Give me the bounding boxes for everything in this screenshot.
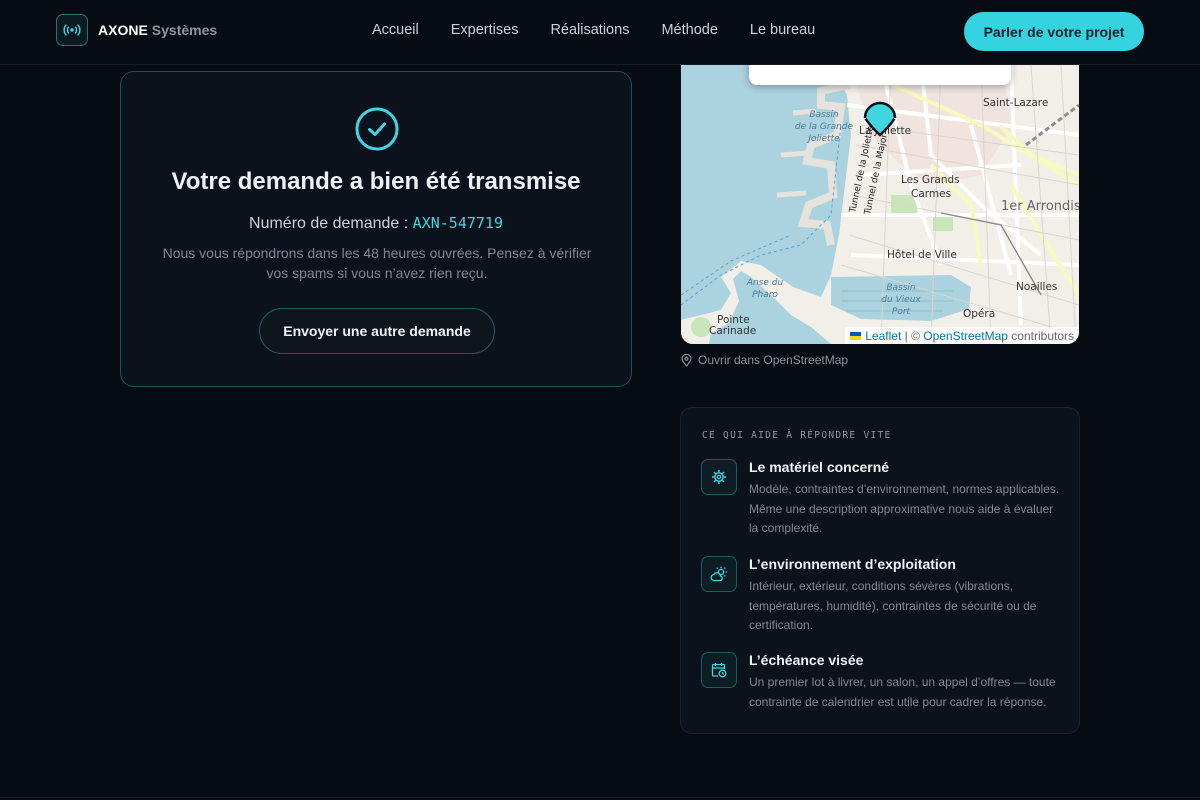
open-in-osm-link[interactable]: Ouvrir dans OpenStreetMap [681,353,848,367]
broadcast-icon [56,14,88,46]
confirmation-note: Nous vous répondrons dans les 48 heures … [162,245,592,281]
map-label-carinade: Carinade [709,325,756,337]
map-label-bassin-vieux-port-1: Bassin [886,283,916,293]
confirmation-title: Votre demande a bien été transmise [171,168,581,195]
map-label-bassin-joliette-2: de la Grande [795,122,854,132]
map-label-opera: Opéra [963,308,995,320]
tips-card: CE QUI AIDE À RÉPONDRE VITE Le matériel … [680,407,1080,734]
map-attribution: Leaflet | © OpenStreetMap contributors [845,327,1079,344]
nav-item-accueil[interactable]: Accueil [372,22,419,38]
nav-item-expertises[interactable]: Expertises [451,22,519,38]
main-nav: Accueil Expertises Réalisations Méthode … [372,22,847,38]
map-tiles: Saint-Lazare La Joliette Les Grands Carm… [681,65,1079,344]
map-label-bassin-vieux-port-2: du Vieux [881,295,921,305]
map-label-saint-lazare: Saint-Lazare [983,97,1048,109]
tip-title: L’environnement d’exploitation [749,556,956,572]
attribution-separator: | © [901,328,924,343]
tip-description: Modèle, contraintes d’environnement, nor… [749,482,1060,535]
new-request-button[interactable]: Envoyer une autre demande [259,308,495,354]
attribution-suffix: contributors [1007,328,1074,343]
request-number: Numéro de demande : AXN-547719 [121,214,631,233]
map-label-hotel-de-ville: Hôtel de Ville [887,249,957,261]
map-pin-icon [681,353,692,367]
brand-suffix: Systèmes [151,22,218,38]
request-number-label: Numéro de demande : [249,215,409,232]
map-label-bassin-joliette-1: Bassin [809,110,839,120]
request-id: AXN-547719 [412,214,503,232]
confirmation-card: Votre demande a bien été transmise Numér… [120,71,632,387]
check-circle-icon [355,107,399,151]
map-label-anse-pharo-1: Anse du [746,278,784,288]
footer-divider [0,797,1200,798]
map-label-grands-carmes-1: Les Grands [901,174,960,186]
brand-logo-link[interactable]: AXONE Systèmes [56,14,217,46]
map-popup [749,65,1011,85]
open-in-osm-label: Ouvrir dans OpenStreetMap [698,353,849,367]
map-label-bassin-joliette-3: Joliette [806,134,840,144]
tip-title: Le matériel concerné [749,459,890,475]
contact-cta-button[interactable]: Parler de votre projet [964,12,1144,51]
openstreetmap-link[interactable]: OpenStreetMap [923,329,1008,343]
site-header: AXONE Systèmes Accueil Expertises Réalis… [0,0,1200,65]
ukraine-flag-icon [850,331,862,340]
nav-item-methode[interactable]: Méthode [661,22,717,38]
calendar-clock-icon [701,652,737,688]
tips-heading: CE QUI AIDE À RÉPONDRE VITE [702,430,892,441]
sun-cloud-icon [701,556,737,592]
office-map[interactable]: Saint-Lazare La Joliette Les Grands Carm… [681,65,1079,344]
map-label-bassin-vieux-port-3: Port [892,307,911,317]
nav-item-realisations[interactable]: Réalisations [550,22,629,38]
map-label-grands-carmes-2: Carmes [911,188,951,200]
map-label-arrondissement: 1er Arrondis [1001,199,1079,214]
map-label-anse-pharo-2: Pharo [752,290,778,300]
cpu-gear-icon [701,459,737,495]
tip-title: L’échéance visée [749,652,864,668]
brand-name: AXONE [98,22,148,38]
leaflet-link[interactable]: Leaflet [865,329,901,343]
map-label-noailles: Noailles [1016,281,1057,293]
tip-description: Un premier lot à livrer, un salon, un ap… [749,675,1056,709]
tip-description: Intérieur, extérieur, conditions sévères… [749,579,1037,632]
nav-item-le-bureau[interactable]: Le bureau [750,22,815,38]
